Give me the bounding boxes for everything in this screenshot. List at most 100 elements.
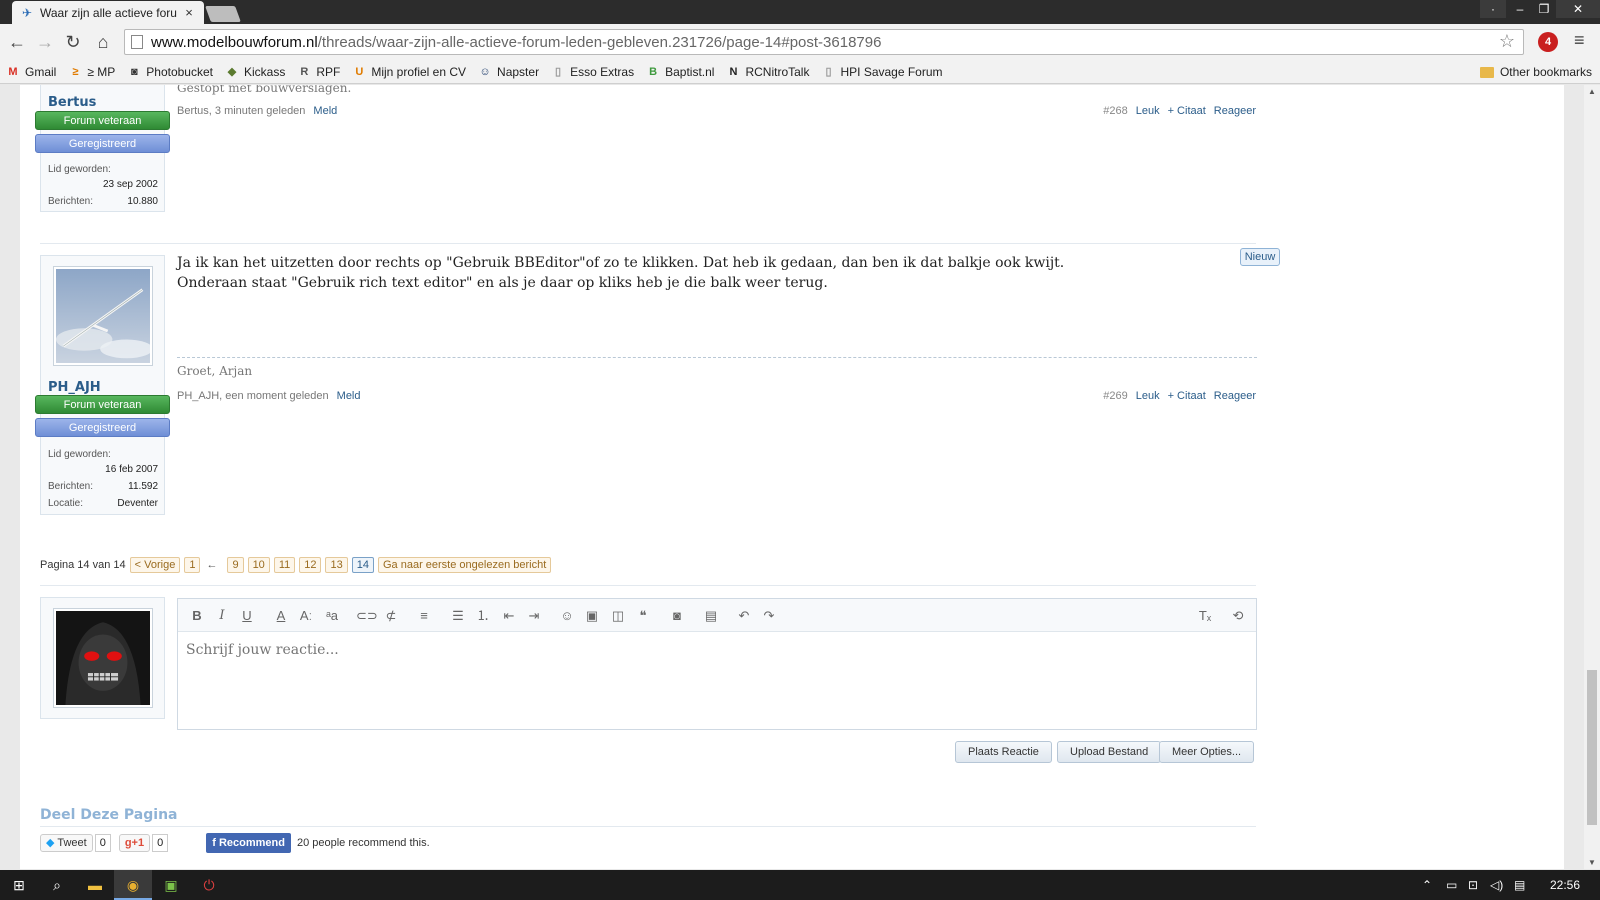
home-icon[interactable]: ⌂ <box>90 30 116 54</box>
bookmark-item[interactable]: ☺ Napster <box>478 65 539 79</box>
current-user-avatar[interactable] <box>53 608 153 708</box>
window-menu-button[interactable]: · <box>1480 0 1506 18</box>
username[interactable]: Bertus <box>48 95 96 110</box>
reply-link[interactable]: Reageer <box>1214 390 1256 402</box>
report-link[interactable]: Meld <box>337 390 361 402</box>
page-jump-icon[interactable]: ← <box>206 559 217 571</box>
page-icon: ▯ <box>555 65 562 78</box>
bookmark-item[interactable]: M Gmail <box>6 65 56 79</box>
tweet-button[interactable]: ◆ Tweet <box>40 834 93 852</box>
volume-icon[interactable]: ◁) <box>1490 870 1503 900</box>
bookmark-item[interactable]: B Baptist.nl <box>646 65 714 79</box>
quote-link[interactable]: + Citaat <box>1168 105 1206 117</box>
chrome-menu-icon[interactable]: ≡ <box>1574 30 1592 52</box>
back-arrow-icon[interactable]: ← <box>4 30 30 54</box>
avatar[interactable] <box>53 266 153 366</box>
network-icon[interactable]: ⊡ <box>1468 870 1478 900</box>
page-button[interactable]: 11 <box>273 557 296 573</box>
address-bar[interactable]: www.modelbouwforum.nl/threads/waar-zijn-… <box>124 29 1524 55</box>
battery-icon[interactable]: ▭ <box>1446 870 1457 900</box>
tab-close-icon[interactable]: × <box>182 5 196 20</box>
undo-icon[interactable]: ↶ <box>735 607 753 625</box>
bookmark-item[interactable]: ◙ Photobucket <box>127 65 213 79</box>
like-link[interactable]: Leuk <box>1136 105 1160 117</box>
remove-format-icon[interactable]: Tₓ <box>1196 607 1214 625</box>
close-window-icon[interactable]: ✕ <box>1556 0 1600 18</box>
upload-file-button[interactable]: Upload Bestand <box>1057 741 1162 763</box>
quote-link[interactable]: + Citaat <box>1168 390 1206 402</box>
save-draft-icon[interactable]: ▤ <box>702 607 720 625</box>
bookmark-item[interactable]: ▯ HPI Savage Forum <box>821 65 942 79</box>
page-1-button[interactable]: 1 <box>184 557 201 573</box>
quote-icon[interactable]: ❝ <box>634 607 652 625</box>
bookmark-item[interactable]: N RCNitroTalk <box>726 65 809 79</box>
page-button[interactable]: 13 <box>325 557 348 573</box>
numbered-list-icon[interactable]: ⒈ <box>474 607 492 625</box>
post-number[interactable]: #268 <box>1103 105 1127 117</box>
align-icon[interactable]: ≡ <box>415 607 433 625</box>
scroll-thumb[interactable] <box>1587 670 1597 825</box>
tray-chevron-icon[interactable]: ⌃ <box>1422 870 1432 900</box>
font-family-icon[interactable]: ᵃa <box>323 607 341 625</box>
forward-arrow-icon[interactable]: → <box>32 30 58 54</box>
chrome-taskbar-icon[interactable]: ◉ <box>114 870 152 900</box>
username[interactable]: PH_AJH <box>48 380 101 395</box>
notification-icon[interactable]: ▤ <box>1514 870 1525 900</box>
text-color-icon[interactable]: A <box>272 607 290 625</box>
minimize-icon[interactable]: – <box>1508 0 1532 18</box>
bookmark-item[interactable]: R RPF <box>297 65 340 79</box>
like-link[interactable]: Leuk <box>1136 390 1160 402</box>
scroll-up-icon[interactable]: ▲ <box>1588 87 1596 96</box>
more-options-button[interactable]: Meer Opties... <box>1159 741 1255 763</box>
page-button[interactable]: 10 <box>247 557 270 573</box>
search-icon[interactable]: ⌕ <box>38 870 76 900</box>
redo-icon[interactable]: ↷ <box>760 607 778 625</box>
other-bookmarks[interactable]: Other bookmarks <box>1479 60 1592 84</box>
page-button[interactable]: 9 <box>227 557 244 573</box>
new-tab-button[interactable] <box>205 6 241 22</box>
media-icon[interactable]: ◫ <box>609 607 627 625</box>
italic-icon[interactable]: I <box>213 607 231 625</box>
facebook-recommend-button[interactable]: f Recommend <box>206 833 291 853</box>
unlink-icon[interactable]: ⊄ <box>382 607 400 625</box>
adblock-extension-icon[interactable]: 4 <box>1538 32 1558 52</box>
file-explorer-icon[interactable]: ▬ <box>76 870 114 900</box>
smiley-icon[interactable]: ☺ <box>558 607 576 625</box>
browser-tab[interactable]: ✈ Waar zijn alle actieve foru × <box>12 1 204 24</box>
url-text[interactable]: www.modelbouwforum.nl/threads/waar-zijn-… <box>151 34 881 51</box>
bookmark-item[interactable]: ≥ ≥ MP <box>68 65 115 79</box>
reply-link[interactable]: Reageer <box>1214 105 1256 117</box>
page-button[interactable]: 12 <box>299 557 322 573</box>
page-scrollbar[interactable]: ▲ ▼ <box>1584 85 1600 869</box>
scroll-down-icon[interactable]: ▼ <box>1588 858 1596 867</box>
image-icon[interactable]: ▣ <box>583 607 601 625</box>
bullet-list-icon[interactable]: ☰ <box>449 607 467 625</box>
reply-textarea[interactable] <box>178 632 1256 668</box>
report-link[interactable]: Meld <box>313 105 337 117</box>
reload-icon[interactable]: ↻ <box>60 30 86 54</box>
page-info-icon[interactable] <box>131 35 143 49</box>
underline-icon[interactable]: U <box>238 607 256 625</box>
bookmark-item[interactable]: U Mijn profiel en CV <box>352 65 466 79</box>
clock[interactable]: 22:56 <box>1550 870 1580 900</box>
submit-reply-button[interactable]: Plaats Reactie <box>955 741 1052 763</box>
app-taskbar-icon[interactable]: ▣ <box>152 870 190 900</box>
prev-page-button[interactable]: < Vorige <box>129 557 181 573</box>
maximize-icon[interactable]: ❐ <box>1532 0 1556 18</box>
outdent-icon[interactable]: ⇤ <box>500 607 518 625</box>
post-number[interactable]: #269 <box>1103 390 1127 402</box>
windows-start-icon[interactable]: ⊞ <box>0 870 38 900</box>
gplus-button[interactable]: g+1 <box>118 834 151 852</box>
indent-icon[interactable]: ⇥ <box>525 607 543 625</box>
page-button[interactable]: 14 <box>351 557 374 573</box>
camera-icon[interactable]: ◙ <box>668 607 686 625</box>
bookmark-star-icon[interactable]: ☆ <box>1499 31 1515 52</box>
bookmark-item[interactable]: ◆ Kickass <box>225 65 286 79</box>
first-unread-button[interactable]: Ga naar eerste ongelezen bericht <box>377 557 552 573</box>
link-icon[interactable]: ⊂⊃ <box>356 607 378 625</box>
font-size-icon[interactable]: Aː <box>297 607 315 625</box>
bold-icon[interactable]: B <box>188 607 206 625</box>
power-app-icon[interactable]: ⏻ <box>190 870 228 900</box>
toggle-bbcode-icon[interactable]: ⟲ <box>1229 607 1247 625</box>
bookmark-item[interactable]: ▯ Esso Extras <box>551 65 634 79</box>
